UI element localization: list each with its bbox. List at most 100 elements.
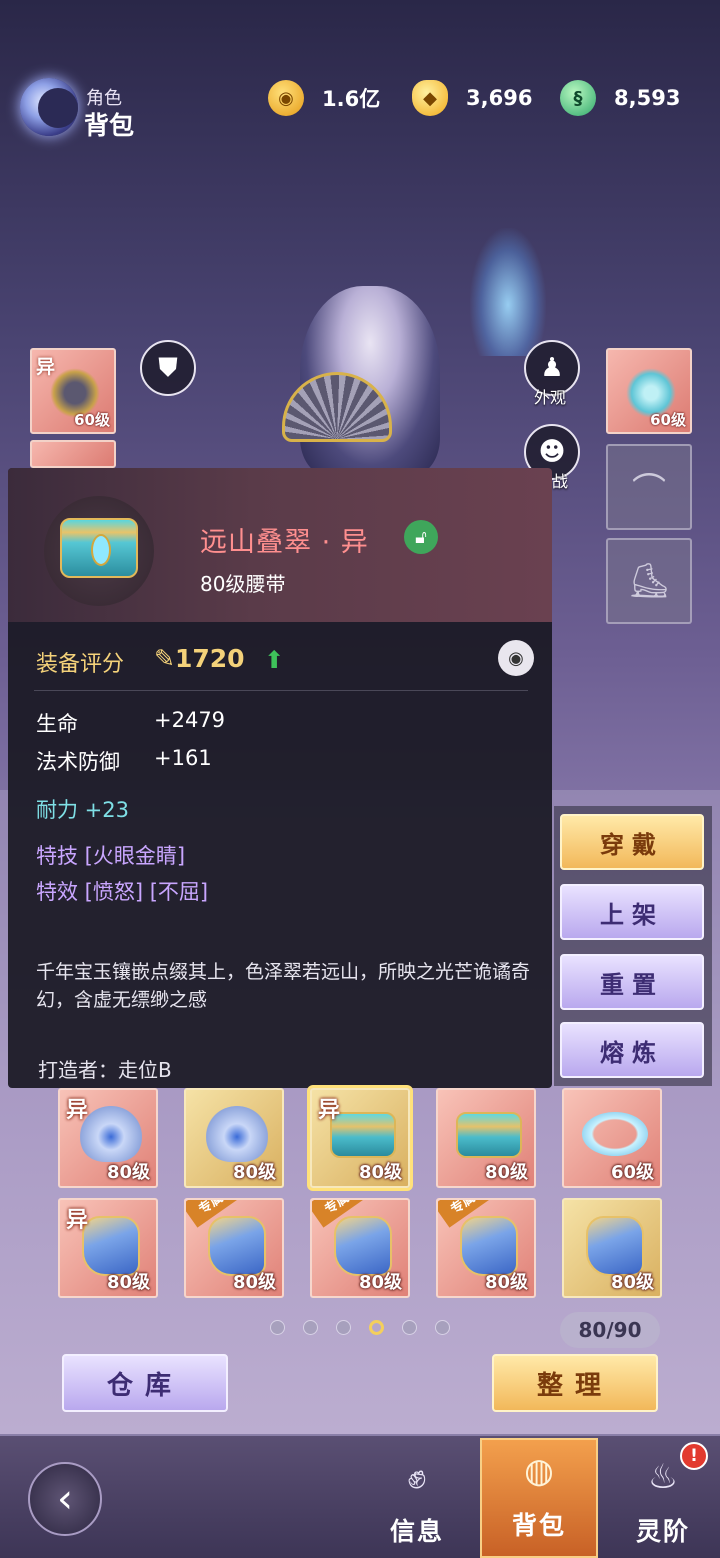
belt-icon — [60, 518, 138, 578]
item-name: 远山叠翠 · 异 — [200, 527, 369, 558]
nav-info[interactable]: ✊︎ 信息 — [362, 1446, 472, 1558]
jade-icon: § — [560, 80, 596, 116]
back-arrow-icon: ‹ — [57, 1476, 73, 1522]
equip-slot-weapon[interactable]: 异 60级 — [30, 348, 116, 434]
bag-item[interactable]: 专属 80级 — [436, 1198, 536, 1298]
pagoda-pet — [470, 228, 546, 356]
boots-icon — [586, 1216, 644, 1276]
reset-button[interactable]: 重置 — [560, 954, 704, 1010]
stat-value-magic-def: +161 — [154, 746, 212, 770]
skill-stat: 特技 [火眼金睛] — [36, 844, 186, 868]
item-maker: 打造者：走位B — [38, 1058, 172, 1082]
eye-icon[interactable]: ◉ — [498, 640, 534, 676]
skull-icon: ☻ — [538, 437, 566, 467]
stat-value-hp: +2479 — [154, 708, 226, 732]
boots-icon — [208, 1216, 266, 1276]
item-level: 80级 — [106, 1162, 150, 1183]
fist-icon: ✊︎ — [407, 1457, 427, 1497]
currency-coin[interactable]: ◉ 1.6亿 — [268, 78, 380, 118]
ingot-icon: ◆ — [412, 80, 448, 116]
equip-slot-armor[interactable]: 60级 — [606, 348, 692, 434]
bag-item[interactable]: 80级 — [184, 1088, 284, 1188]
bag-item[interactable]: 专属 80级 — [310, 1198, 410, 1298]
notification-badge: ! — [680, 1442, 708, 1470]
currency-ingot[interactable]: ◆ 3,696 — [412, 78, 532, 118]
page-dot[interactable] — [402, 1320, 417, 1335]
item-description: 千年宝玉镶嵌点缀其上，色泽翠若远山，所映之光芒诡谲奇幻，含虚无缥缈之感 — [36, 961, 531, 1011]
item-type: 80级腰带 — [200, 572, 286, 596]
bag-item[interactable]: 异 80级 — [58, 1198, 158, 1298]
sort-button[interactable]: 整理 — [492, 1354, 658, 1412]
nav-bag-label: 背包 — [511, 1511, 566, 1540]
unlock-icon[interactable]: 🔓︎ — [404, 520, 438, 554]
bag-item[interactable]: 专属 80级 — [184, 1198, 284, 1298]
page-dot[interactable] — [303, 1320, 318, 1335]
stat-label-magic-def: 法术防御 — [36, 750, 120, 774]
equip-slot-boots-empty[interactable]: ⛸ — [606, 538, 692, 624]
item-level: 60级 — [610, 1162, 654, 1183]
bag-item-selected[interactable]: 异 80级 — [310, 1088, 410, 1188]
bag-icon: ◍ — [524, 1451, 554, 1491]
armor-icon: ⛊ — [158, 352, 178, 383]
rarity-tag: 异 — [318, 1098, 341, 1123]
boots-icon — [82, 1216, 140, 1276]
moon-logo-icon — [20, 78, 78, 136]
rarity-tag: 异 — [36, 356, 56, 378]
page-dot[interactable] — [435, 1320, 450, 1335]
wing-accessory-icon — [80, 1106, 142, 1162]
quill-icon: ✎ — [154, 644, 175, 673]
jade-value: 8,593 — [614, 86, 681, 110]
page-dot[interactable] — [336, 1320, 351, 1335]
coin-value: 1.6亿 — [322, 87, 381, 111]
arrow-up-icon: ⬆ — [264, 646, 285, 674]
wing-accessory-icon — [206, 1106, 268, 1162]
nav-bag[interactable]: ◍ 背包 — [480, 1438, 598, 1558]
item-level: 80级 — [358, 1272, 402, 1293]
armor-lock-button[interactable]: ⛊ — [140, 340, 196, 396]
page-title: 背包 — [84, 111, 135, 140]
rarity-tag: 异 — [66, 1098, 89, 1123]
score-value: ✎1720 — [154, 644, 245, 673]
bag-item[interactable]: 异 80级 — [58, 1088, 158, 1188]
coin-icon: ◉ — [268, 80, 304, 116]
item-tooltip: 远山叠翠 · 异 🔓︎ 80级腰带 装备评分 ✎1720 ⬆ ◉ 生命 +247… — [8, 468, 552, 1088]
belt-icon — [456, 1112, 522, 1158]
belt-outline-icon: ⌒ — [632, 470, 666, 511]
effect-stat: 特效 [愤怒] [不屈] — [36, 880, 209, 904]
divider — [34, 690, 528, 691]
equip-slot-necklace[interactable] — [30, 440, 116, 468]
bag-item[interactable]: 80级 — [436, 1088, 536, 1188]
robe-icon: ♟ — [540, 353, 564, 383]
item-level: 80级 — [232, 1162, 276, 1183]
item-level: 80级 — [106, 1272, 150, 1293]
endurance-stat: 耐力 +23 — [36, 798, 129, 822]
battle-label: 战 — [552, 472, 569, 491]
list-button[interactable]: 上架 — [560, 884, 704, 940]
bag-item[interactable]: 60级 — [562, 1088, 662, 1188]
item-level: 80级 — [484, 1272, 528, 1293]
ingot-value: 3,696 — [466, 86, 533, 110]
score-label: 装备评分 — [36, 652, 125, 677]
item-level: 80级 — [358, 1162, 402, 1183]
item-level: 80级 — [232, 1272, 276, 1293]
bag-item[interactable]: 80级 — [562, 1198, 662, 1298]
slot-level: 60级 — [74, 411, 110, 429]
boots-icon — [460, 1216, 518, 1276]
page-indicator — [270, 1320, 450, 1335]
item-level: 80级 — [484, 1162, 528, 1183]
warehouse-button[interactable]: 仓库 — [62, 1354, 228, 1412]
nav-info-label: 信息 — [389, 1517, 444, 1546]
page-dot[interactable] — [270, 1320, 285, 1335]
currency-jade[interactable]: § 8,593 — [560, 78, 680, 118]
slot-level: 60级 — [650, 411, 686, 429]
equip-slot-belt-empty[interactable]: ⌒ — [606, 444, 692, 530]
rarity-tag: 异 — [66, 1208, 89, 1233]
smelt-button[interactable]: 熔炼 — [560, 1022, 704, 1078]
boots-icon — [334, 1216, 392, 1276]
page-dot-active[interactable] — [369, 1320, 384, 1335]
item-level: 80级 — [610, 1272, 654, 1293]
equip-button[interactable]: 穿戴 — [560, 814, 704, 870]
bag-capacity: 80/90 — [560, 1312, 660, 1348]
ring-icon — [582, 1112, 648, 1156]
back-button[interactable]: ‹ — [28, 1462, 102, 1536]
